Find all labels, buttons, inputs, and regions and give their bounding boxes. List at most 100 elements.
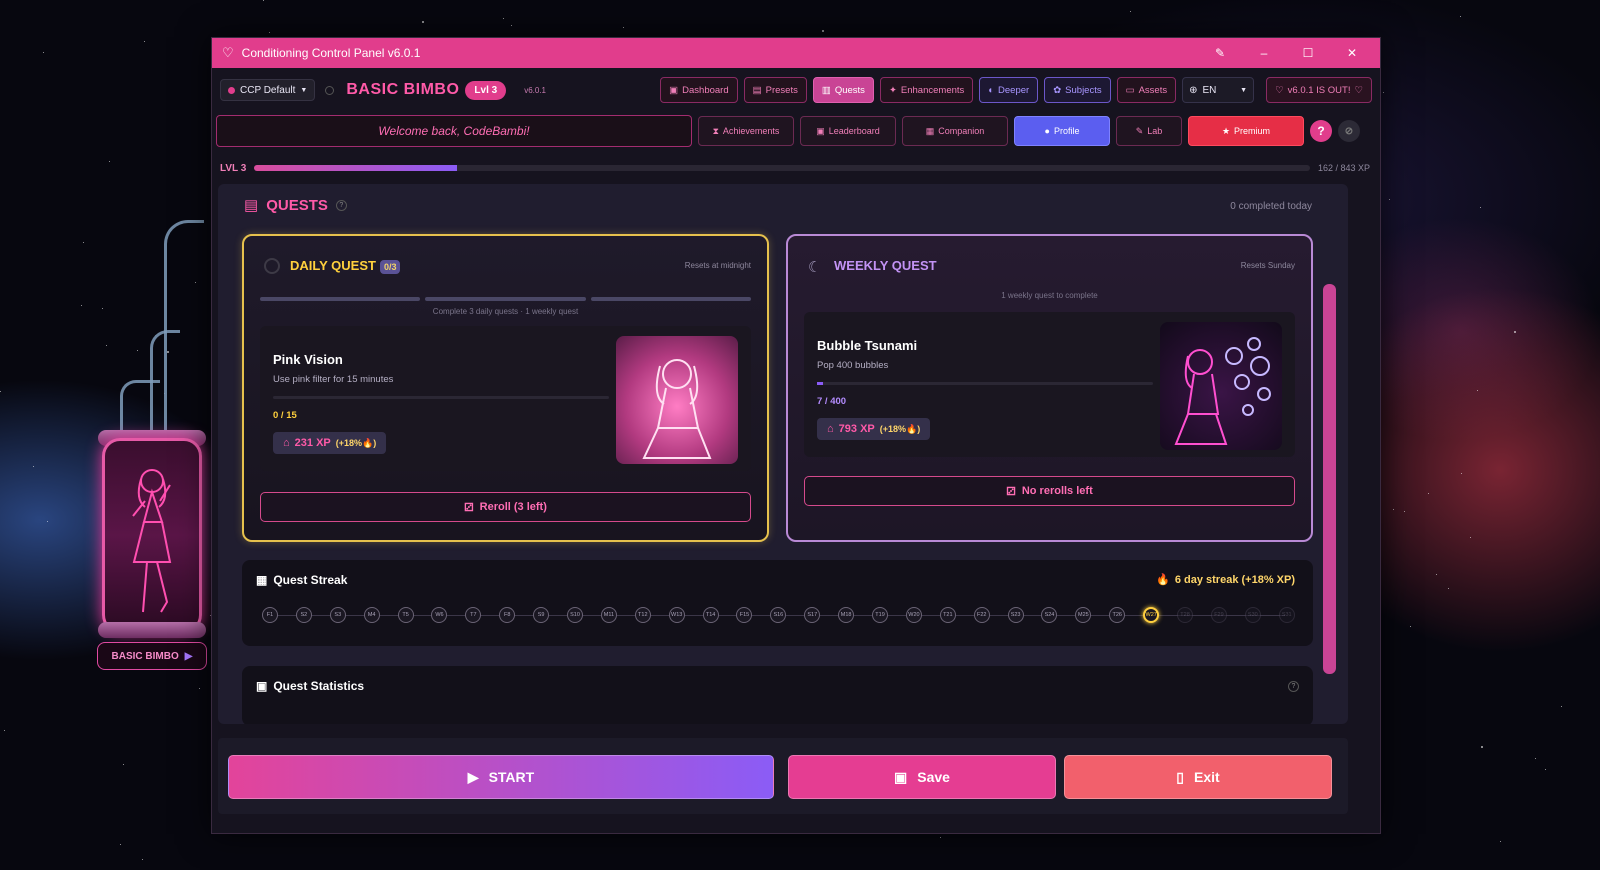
save-button[interactable]: ▣ Save (788, 755, 1056, 799)
streak-day: T19 (872, 607, 889, 623)
scrollbar[interactable] (1323, 284, 1336, 674)
capsule-bottom (98, 622, 206, 638)
weekly-quest-card: ☾ WEEKLY QUEST Resets Sunday 1 weekly qu… (786, 234, 1313, 542)
streak-day: S2 (295, 607, 312, 623)
daily-progress-bar (273, 396, 609, 399)
streak-day: F29 (1210, 607, 1227, 623)
daily-count-badge: 0/3 (379, 260, 401, 274)
weekly-progress-fill (817, 382, 823, 385)
weekly-quest-name: Bubble Tsunami (817, 338, 918, 353)
quests-header: ▤ QUESTS ? (244, 196, 347, 214)
nav-label: Assets (1138, 84, 1168, 96)
pin-icon[interactable]: ✎ (1202, 46, 1238, 60)
nav-assets[interactable]: ▭ Assets (1116, 77, 1177, 103)
nav-label: Dashboard (682, 84, 729, 96)
level-badge: Lvl 3 (465, 80, 507, 100)
streak-day: T26 (1109, 607, 1126, 623)
daily-reward: ⌂ 231 XP (+18%🔥) (273, 432, 387, 454)
streak-day: F15 (736, 607, 753, 623)
language-selector[interactable]: ⊕ EN ▼ (1182, 77, 1255, 103)
help-icon[interactable]: ? (335, 199, 347, 211)
bimbo-capsule-widget: BASIC BIMBO ▶ (90, 210, 220, 690)
daily-reset-note: Resets at midnight (684, 261, 751, 270)
nav-presets[interactable]: ▤ Presets (743, 77, 807, 103)
star (1470, 537, 1471, 538)
help-button[interactable]: ? (1310, 120, 1332, 142)
tab-companion[interactable]: ▦ Companion (902, 116, 1008, 146)
reroll-label: No rerolls left (1021, 485, 1093, 497)
door-icon: ▯ (1176, 768, 1185, 785)
daily-progress-text: 0 / 15 (273, 410, 297, 421)
preset-selector[interactable]: CCP Default ▼ (220, 79, 316, 101)
nav-quests[interactable]: ▥ Quests (812, 77, 874, 103)
start-button[interactable]: ▶ START (228, 755, 774, 799)
reroll-label: Reroll (3 left) (479, 501, 547, 513)
xp-progress-bar (254, 165, 1310, 171)
star (109, 161, 110, 162)
close-button[interactable]: ✕ (1334, 46, 1370, 60)
star (1393, 509, 1394, 510)
nav-dashboard[interactable]: ▣ Dashboard (660, 77, 738, 103)
xp-text: 162 / 843 XP (1317, 163, 1370, 173)
star (1383, 92, 1384, 93)
quest-statistics-panel: ▣ Quest Statistics ? (242, 666, 1313, 724)
star (1460, 16, 1461, 17)
pod-rank-button[interactable]: BASIC BIMBO ▶ (97, 642, 207, 670)
nav-deeper[interactable]: ◐ Deeper (979, 77, 1039, 103)
tab-premium[interactable]: ★ Premium (1188, 116, 1304, 146)
tab-achievements[interactable]: ⧗ Achievements (698, 116, 794, 146)
tab-profile[interactable]: ● Profile (1014, 116, 1110, 146)
streak-day: W6 (431, 607, 448, 623)
streak-day: T7 (465, 607, 482, 623)
language-label: EN (1202, 84, 1217, 96)
streak-day: T28 (1177, 607, 1194, 623)
app-heart-icon: ♡ (222, 45, 234, 60)
update-button[interactable]: ♡ v6.0.1 IS OUT! ♡ (1266, 77, 1372, 103)
segment (260, 297, 421, 301)
quests-title: QUESTS (266, 196, 328, 214)
nav-enhancements[interactable]: ✦ Enhancements (879, 77, 974, 103)
star (269, 32, 270, 33)
tab-leaderboard[interactable]: ▣ Leaderboard (800, 116, 896, 146)
exit-button[interactable]: ▯ Exit (1064, 755, 1332, 799)
segments-caption: Complete 3 daily quests · 1 weekly quest (432, 307, 579, 316)
star (1481, 746, 1483, 748)
top-toolbar: CCP Default ▼ BASIC BIMBO Lvl 3 v6.0.1 ▣… (220, 76, 1372, 104)
star (1448, 588, 1449, 589)
bonus-value: (+18% (335, 437, 363, 448)
daily-reroll-button[interactable]: ⚂ Reroll (3 left) (260, 492, 751, 522)
nav-subjects[interactable]: ✿ Subjects (1044, 77, 1111, 103)
stats-help-icon[interactable]: ? (1288, 681, 1299, 692)
app-window: ♡ Conditioning Control Panel v6.0.1 ✎ – … (211, 37, 1381, 834)
star (1410, 626, 1411, 627)
star (1480, 207, 1481, 208)
leaderboard-icon: ▣ (816, 125, 825, 136)
weekly-reroll-button[interactable]: ⚂ No rerolls left (804, 476, 1295, 506)
quest-streak-title: Quest Streak (273, 573, 348, 587)
star (503, 18, 504, 19)
bubble-tsunami-art (1160, 322, 1282, 450)
globe-icon: ⊕ (1189, 84, 1198, 96)
capsule-glass (102, 438, 202, 633)
weekly-progress-text: 7 / 400 (817, 396, 847, 407)
streak-day: S30 (1244, 607, 1261, 623)
tab-label: Profile (1053, 126, 1080, 136)
scroll-icon: ▤ (244, 197, 259, 214)
streak-day: M4 (363, 607, 380, 623)
maximize-button[interactable]: ☐ (1290, 46, 1326, 60)
tab-lab[interactable]: ✎ Lab (1116, 116, 1182, 146)
streak-text: 6 day streak (+18% XP) (1174, 573, 1295, 586)
rank-title: BASIC BIMBO (346, 81, 460, 98)
minimize-button[interactable]: – (1246, 46, 1282, 60)
save-icon: ▣ (894, 768, 908, 785)
daily-quest-card: DAILY QUEST 0/3 Resets at midnight Comple… (242, 234, 769, 542)
streak-day: M11 (600, 607, 617, 623)
trophy-icon: ⧗ (712, 125, 719, 136)
reward-xp: 793 XP (838, 423, 875, 435)
streak-day: T5 (397, 607, 414, 623)
pod-label: BASIC BIMBO (111, 650, 179, 662)
quest-statistics-title: Quest Statistics (273, 679, 365, 693)
calendar-icon: ▦ (256, 573, 268, 587)
link-icon[interactable]: ⊘ (1338, 120, 1360, 142)
streak-day: M25 (1075, 607, 1092, 623)
